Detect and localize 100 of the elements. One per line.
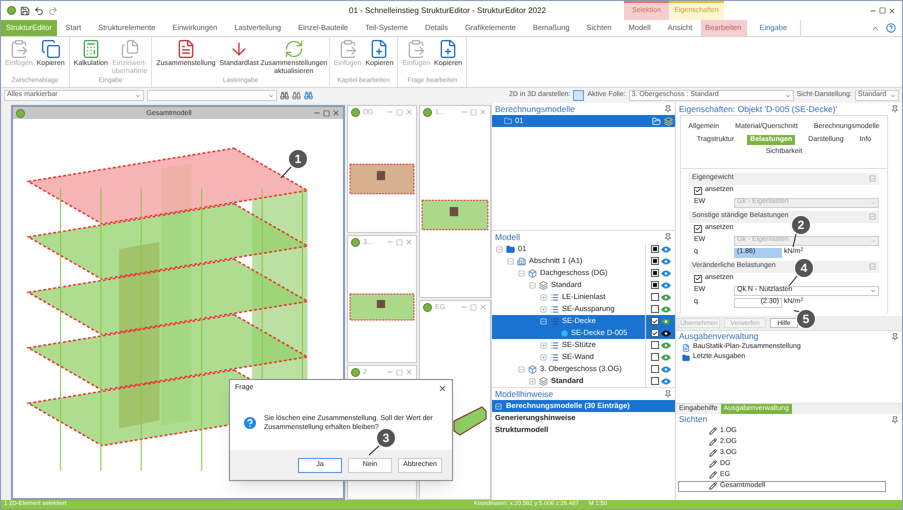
tree-checkbox[interactable] [650, 353, 658, 361]
expand-icon[interactable] [540, 306, 547, 312]
pencil-icon [709, 449, 717, 457]
list-icon [550, 352, 559, 362]
copy-plus-icon [369, 39, 390, 59]
calculator-icon [80, 39, 101, 59]
pencil-icon [709, 482, 717, 490]
maximize-icon[interactable] [323, 110, 330, 116]
pencil-icon [709, 438, 717, 446]
find-next-icon[interactable] [292, 91, 301, 100]
paste-icon [8, 39, 29, 59]
layers-icon[interactable] [664, 116, 673, 126]
checkbox[interactable] [694, 186, 702, 194]
layers-icon [539, 280, 548, 290]
paste-icon [338, 39, 358, 59]
pin-icon[interactable] [664, 390, 672, 398]
layers-icon [539, 376, 548, 386]
tree-checkbox[interactable] [650, 269, 658, 277]
close-icon[interactable] [888, 6, 896, 14]
document-icon [176, 39, 196, 59]
building-icon [517, 256, 526, 266]
tree-checkbox[interactable] [650, 317, 658, 325]
tree-checkbox[interactable] [650, 281, 658, 289]
find-all-icon[interactable] [304, 91, 313, 100]
copy-plus-icon [438, 39, 458, 59]
floor-icon [528, 364, 537, 374]
floor-icon [528, 268, 537, 278]
pin-icon[interactable] [891, 105, 899, 113]
panel-title: Sichten [679, 413, 708, 426]
refresh-icon [284, 39, 304, 59]
expand-icon[interactable] [540, 294, 547, 300]
leader-line [792, 234, 796, 248]
tree-checkbox[interactable] [650, 329, 658, 337]
app-logo-icon [16, 108, 25, 118]
help-icon[interactable] [886, 23, 896, 33]
tree-checkbox[interactable] [650, 257, 658, 265]
list-icon [550, 304, 559, 314]
find-icon[interactable] [280, 91, 289, 100]
collapse-icon[interactable] [518, 270, 525, 276]
tree-checkbox[interactable] [650, 293, 658, 301]
expand-icon[interactable] [540, 342, 547, 348]
collapse-icon[interactable] [869, 175, 876, 182]
collapse-icon[interactable] [518, 366, 525, 372]
folder-icon [682, 354, 690, 362]
pencil-icon [709, 460, 717, 468]
collapse-icon[interactable] [507, 258, 514, 264]
tree-checkbox[interactable] [650, 305, 658, 313]
floor-plan-drawing [420, 198, 490, 232]
close-icon[interactable] [332, 109, 340, 117]
panel-title: Ausgabenverwaltung [679, 330, 758, 342]
visibility-icon[interactable] [660, 330, 670, 336]
plan-icon [682, 344, 690, 352]
checkbox[interactable] [694, 274, 702, 282]
app-logo-icon [423, 302, 432, 312]
expand-icon[interactable] [540, 354, 547, 360]
window-title: 01 - Schnelleinstieg StrukturEditor - StrukturEditor 2022 [348, 4, 547, 16]
close-icon[interactable] [438, 384, 447, 392]
expand-icon[interactable] [529, 378, 536, 384]
collapse-icon[interactable] [496, 246, 503, 252]
panel-title: Modellhinweise [495, 388, 554, 400]
list-icon [550, 316, 559, 326]
app-logo-icon [423, 108, 432, 116]
app-logo-icon [351, 368, 360, 376]
tree-checkbox[interactable] [650, 365, 658, 373]
pages-icon [120, 39, 140, 59]
leader-line [788, 276, 798, 286]
panel-title: Eigenschaften: Objekt 'D-005 (SE-Decke)' [679, 102, 838, 116]
app-logo-icon [351, 108, 360, 116]
floor-plan-drawing [348, 292, 416, 322]
checkbox[interactable] [694, 224, 702, 232]
app-logo-icon [351, 238, 360, 246]
save-icon[interactable] [20, 6, 30, 16]
list-icon [550, 340, 559, 350]
redo-icon[interactable] [48, 6, 58, 16]
leader-line [368, 446, 380, 456]
panel-title: Berechnungsmodelle [495, 102, 575, 116]
maximize-icon[interactable] [879, 7, 886, 14]
panel-title: Modell [495, 231, 520, 244]
undo-icon[interactable] [34, 6, 44, 16]
toggle-2d-3d-icon[interactable] [573, 90, 584, 101]
floor-plan-drawing [348, 162, 416, 196]
list-icon [550, 292, 559, 302]
pin-icon[interactable] [891, 416, 899, 424]
pencil-icon [709, 427, 717, 435]
tree-checkbox[interactable] [650, 245, 658, 253]
paste-icon [406, 39, 426, 59]
leader-line [280, 166, 292, 178]
question-icon [242, 415, 258, 431]
pin-icon[interactable] [664, 233, 672, 241]
pin-icon[interactable] [664, 105, 672, 113]
collapse-icon[interactable] [529, 282, 536, 288]
tree-checkbox[interactable] [650, 341, 658, 349]
pin-icon[interactable] [891, 332, 899, 340]
folder-settings-icon[interactable] [652, 116, 661, 126]
folder-icon [506, 244, 515, 254]
dot-icon [561, 330, 568, 336]
tree-checkbox[interactable] [650, 377, 658, 385]
folder-icon [504, 117, 512, 125]
collapse-icon[interactable] [869, 213, 876, 220]
collapse-icon[interactable] [869, 263, 876, 270]
